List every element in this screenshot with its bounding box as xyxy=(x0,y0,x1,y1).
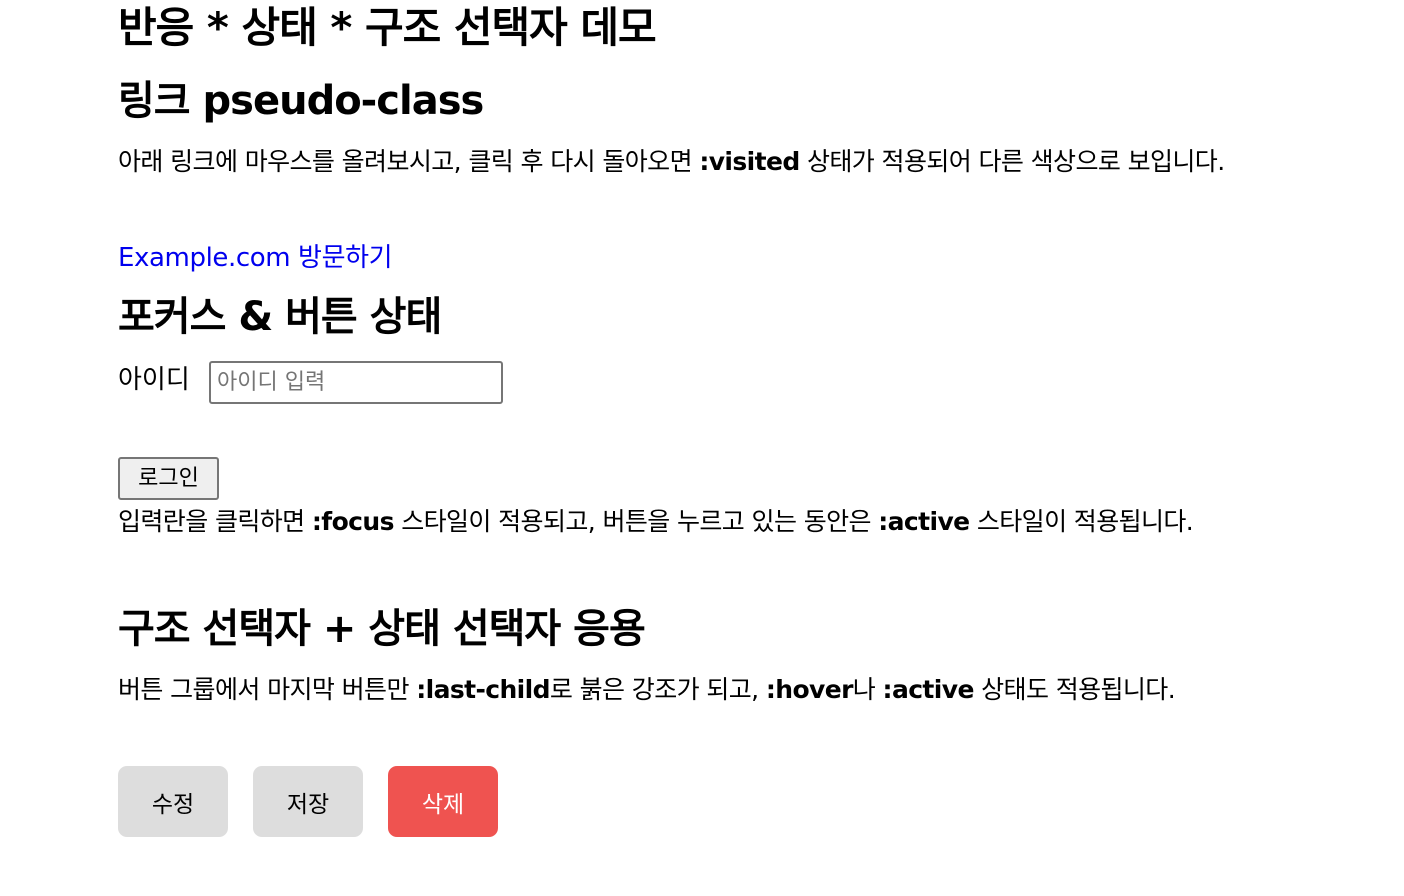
button-group: 수정 저장 삭제 xyxy=(118,766,498,837)
desc-text: 스타일이 적용되고, 버튼을 누르고 있는 동안은 xyxy=(393,507,879,536)
desc-text: 나 xyxy=(852,675,883,704)
desc-text: 상태도 적용됩니다. xyxy=(973,675,1176,704)
page: 반응 * 상태 * 구조 선택자 데모 링크 pseudo-class 아래 링… xyxy=(0,0,1404,896)
page-title: 반응 * 상태 * 구조 선택자 데모 xyxy=(118,3,657,52)
id-label: 아이디 xyxy=(118,365,190,395)
link-section-description: 아래 링크에 마우스를 올려보시고, 클릭 후 다시 돌아오면 :visited… xyxy=(118,138,1323,186)
desc-text: 로 붉은 강조가 되고, xyxy=(549,675,766,704)
code-active: :active xyxy=(882,675,975,704)
example-link[interactable]: Example.com 방문하기 xyxy=(118,236,393,280)
code-last-child: :last-child xyxy=(416,675,550,704)
save-button[interactable]: 저장 xyxy=(253,766,363,837)
code-active: :active xyxy=(878,507,970,536)
code-focus: :focus xyxy=(311,507,395,536)
section-heading-focus: 포커스 & 버튼 상태 xyxy=(118,294,442,340)
desc-text: 상태가 적용되어 다른 색상으로 보입니다. xyxy=(799,147,1225,176)
edit-button[interactable]: 수정 xyxy=(118,766,228,837)
desc-text: 스타일이 적용됩니다. xyxy=(969,507,1194,536)
id-input[interactable] xyxy=(209,361,503,404)
desc-text: 입력란을 클릭하면 xyxy=(118,507,312,536)
delete-button[interactable]: 삭제 xyxy=(388,766,498,837)
focus-section-description: 입력란을 클릭하면 :focus 스타일이 적용되고, 버튼을 누르고 있는 동… xyxy=(118,498,1323,546)
structure-section-description: 버튼 그룹에서 마지막 버튼만 :last-child로 붉은 강조가 되고, … xyxy=(118,666,1323,714)
desc-text: 아래 링크에 마우스를 올려보시고, 클릭 후 다시 돌아오면 xyxy=(118,147,700,176)
section-heading-structure: 구조 선택자 + 상태 선택자 응용 xyxy=(118,606,646,652)
desc-text: 버튼 그룹에서 마지막 버튼만 xyxy=(118,675,417,704)
code-hover: :hover xyxy=(765,675,854,704)
code-visited: :visited xyxy=(699,147,800,176)
section-heading-link: 링크 pseudo-class xyxy=(118,78,484,124)
login-button[interactable]: 로그인 xyxy=(118,457,219,500)
